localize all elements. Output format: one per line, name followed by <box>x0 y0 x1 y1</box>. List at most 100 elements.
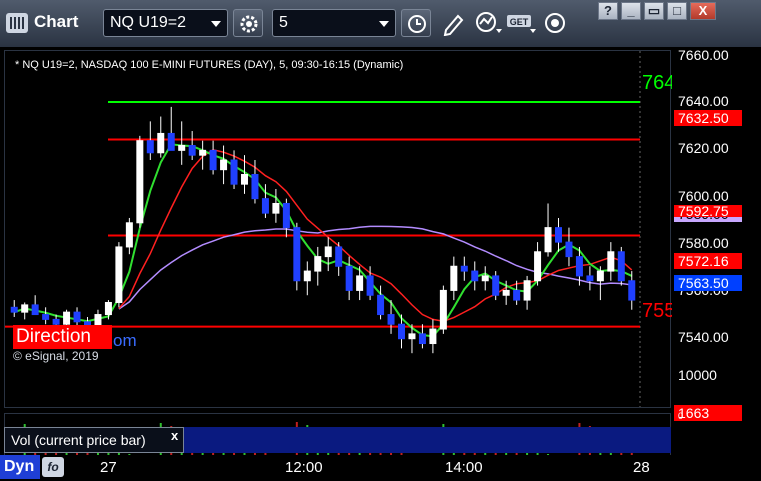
direction-label: Direction <box>13 325 112 349</box>
candle-body <box>460 265 468 272</box>
candle-body <box>345 265 353 291</box>
chevron-down-icon[interactable] <box>379 21 389 27</box>
candle-body <box>366 275 374 296</box>
candle-body <box>575 256 583 277</box>
get-icon-text: GET <box>510 17 529 27</box>
candle-body <box>481 275 489 282</box>
get-icon: GET <box>507 15 536 33</box>
time-button[interactable] <box>401 9 431 37</box>
candle-body <box>492 275 500 296</box>
candle-body <box>31 304 39 316</box>
candle-body <box>429 328 437 345</box>
candle-body <box>513 289 521 301</box>
price-label-7632: 7632.50 <box>674 110 742 126</box>
volume-tick-zero: 0 <box>678 411 684 421</box>
close-button[interactable]: X <box>690 2 716 20</box>
time-tick: 27 <box>100 459 117 476</box>
edge-label-green: 764 <box>642 72 676 94</box>
candle-body <box>534 251 542 282</box>
settings-button[interactable] <box>233 9 263 37</box>
minimize-button[interactable]: _ <box>621 2 641 20</box>
candle-body <box>136 140 144 224</box>
edge-label-red: 755 <box>642 300 676 322</box>
interval-combo[interactable]: 5 <box>272 9 396 37</box>
study-tool-button[interactable] <box>474 10 504 36</box>
candle-body <box>555 227 562 243</box>
candle-body <box>251 173 259 200</box>
time-tick: 14:00 <box>445 459 483 476</box>
price-tick: 7640.00 <box>678 93 729 109</box>
chevron-down-icon[interactable] <box>211 21 221 27</box>
link-button[interactable] <box>542 10 572 36</box>
clock-icon <box>408 15 426 33</box>
candle-body <box>104 301 112 316</box>
candle-body <box>178 145 186 151</box>
candle-body <box>146 140 154 154</box>
candle-body <box>471 270 479 282</box>
minimize-icon: _ <box>627 3 635 18</box>
interval-value: 5 <box>279 14 288 31</box>
candle-body <box>42 314 50 320</box>
candle-body <box>293 227 301 282</box>
candle-body <box>502 289 510 296</box>
volume-label: 1663 <box>674 405 742 421</box>
candle-body <box>450 265 458 291</box>
candle-body <box>565 241 573 258</box>
volume-study-label: Vol (current price bar) <box>11 432 146 448</box>
price-panel[interactable]: * NQ U19=2, NASDAQ 100 E-MINI FUTURES (D… <box>4 50 675 408</box>
candle-body <box>115 246 123 303</box>
symbol-value: NQ U19=2 <box>110 14 187 31</box>
restore-button[interactable]: ▭ <box>644 2 664 20</box>
price-label-7592: 7592.75 <box>674 205 742 217</box>
candle-body <box>335 246 343 267</box>
pen-icon <box>443 14 464 36</box>
candle-body <box>303 270 311 282</box>
chart-app-icon <box>6 13 28 33</box>
dynamic-button[interactable]: Dyn <box>0 455 40 479</box>
candle-body <box>544 227 552 253</box>
maximize-icon: □ <box>673 3 681 18</box>
volume-study-tab[interactable]: Vol (current price bar) x <box>4 427 184 453</box>
candle-body <box>157 132 165 154</box>
candle-body <box>261 198 269 214</box>
candle-body <box>628 280 636 301</box>
candle-body <box>324 246 332 258</box>
maximize-button[interactable]: □ <box>667 2 687 20</box>
candle-body <box>209 149 217 171</box>
candle-body <box>272 202 280 214</box>
draw-tool-button[interactable] <box>440 10 470 36</box>
candle-body <box>523 280 531 301</box>
candle-body <box>314 256 322 272</box>
candle-body <box>73 311 81 323</box>
candle-body <box>282 202 290 229</box>
price-tick: 7620.00 <box>678 140 729 156</box>
symbol-combo[interactable]: NQ U19=2 <box>103 9 228 37</box>
candle-body <box>220 159 228 171</box>
function-icon[interactable]: fo <box>42 457 64 477</box>
link-icon <box>545 13 565 33</box>
candle-body <box>607 251 615 272</box>
candle-body <box>167 132 175 151</box>
help-button[interactable]: ? <box>598 2 618 20</box>
price-tick: 7540.00 <box>678 329 729 345</box>
title-bar: Chart NQ U19=2 5 GET ? _ ▭ □ X <box>0 0 761 47</box>
time-tick: 12:00 <box>285 459 323 476</box>
candle-body <box>125 222 133 248</box>
price-tick: 7660.00 <box>678 47 729 63</box>
candle-body <box>356 275 364 291</box>
time-tick: 28 <box>633 459 650 476</box>
candle-body <box>10 306 18 313</box>
candle-body <box>439 289 447 330</box>
price-chart <box>5 51 641 407</box>
close-study-icon[interactable]: x <box>171 428 178 443</box>
get-data-button[interactable]: GET <box>506 10 536 36</box>
candle-body <box>63 311 71 325</box>
chart-area[interactable]: * NQ U19=2, NASDAQ 100 E-MINI FUTURES (D… <box>0 47 761 481</box>
candle-body <box>21 304 29 313</box>
candle-body <box>617 251 625 282</box>
price-axis[interactable]: 7660.00 7640.00 7620.00 7600.00 7580.00 … <box>672 47 761 481</box>
time-axis[interactable]: Dyn fo 27 12:00 14:00 28 <box>0 455 761 481</box>
candle-body <box>199 149 207 156</box>
candle-body <box>52 318 60 325</box>
copyright: © eSignal, 2019 <box>13 349 99 363</box>
